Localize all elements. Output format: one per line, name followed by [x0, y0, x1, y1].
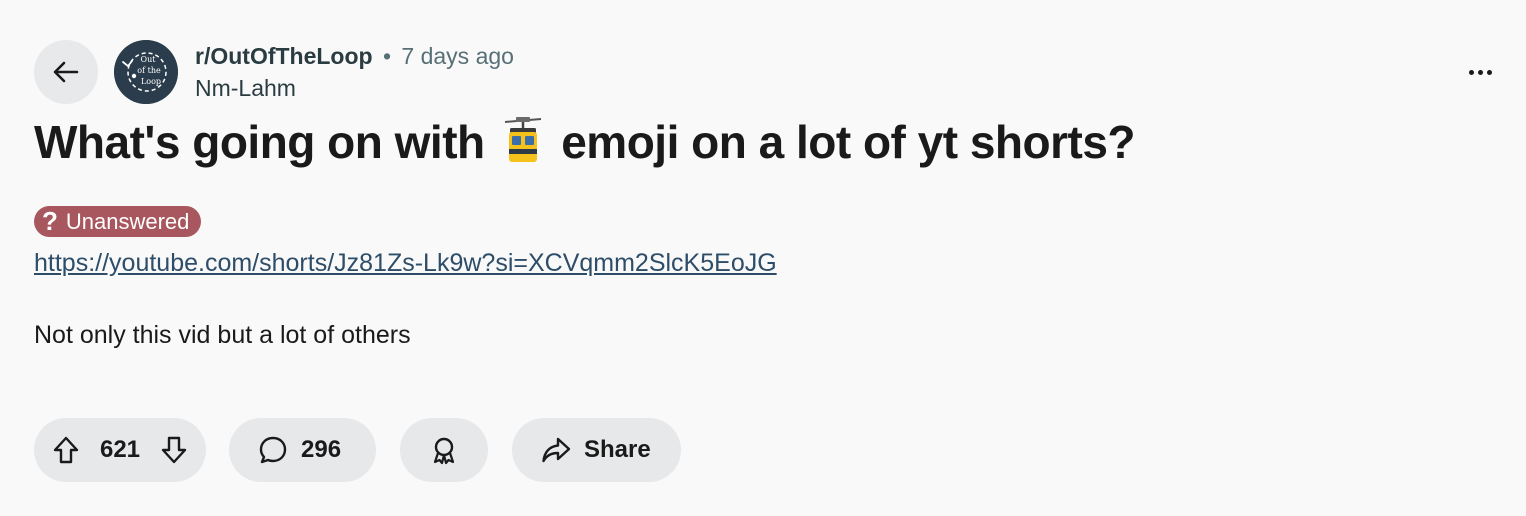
post-author[interactable]: Nm-Lahm [195, 72, 514, 104]
post-meta: r/OutOfTheLoop • 7 days ago Nm-Lahm [195, 40, 514, 104]
post-body: Not only this vid but a lot of others [34, 321, 411, 349]
upvote-arrow-icon [53, 436, 79, 464]
downvote-arrow-icon [161, 436, 187, 464]
title-text-after: emoji on a lot of yt shorts? [561, 116, 1136, 168]
out-of-the-loop-logo: Out of the Loop [114, 40, 178, 104]
more-options-icon-dot [1468, 69, 1474, 75]
post-external-link[interactable]: https://youtube.com/shorts/Jz81Zs-Lk9w?s… [34, 246, 777, 280]
award-button[interactable] [400, 418, 488, 482]
upvote-button[interactable] [50, 434, 82, 466]
comment-count: 296 [301, 436, 342, 463]
question-mark-icon: ? [42, 206, 58, 236]
svg-text:Out: Out [141, 55, 157, 64]
arrow-left-icon [53, 61, 79, 83]
back-button[interactable] [34, 40, 98, 104]
share-label: Share [584, 436, 651, 463]
meta-separator: • [382, 43, 392, 69]
share-arrow-icon [542, 437, 571, 463]
comment-bubble-icon [259, 436, 287, 464]
vote-count: 621 [99, 436, 141, 463]
svg-text:of the: of the [137, 66, 161, 75]
svg-text:Loop: Loop [141, 77, 161, 86]
award-icon [433, 437, 455, 465]
subreddit-avatar[interactable]: Out of the Loop [114, 40, 178, 104]
comments-button[interactable]: 296 [229, 418, 376, 482]
more-options-button[interactable] [1456, 54, 1504, 90]
title-text-before: What's going on with [34, 116, 485, 168]
flair-label: Unanswered [65, 209, 190, 234]
more-options-icon-dot [1486, 69, 1492, 75]
post-flair-badge[interactable]: ? Unanswered [34, 206, 202, 237]
vote-control: 621 [34, 418, 206, 482]
downvote-button[interactable] [158, 434, 190, 466]
subreddit-name[interactable]: r/OutOfTheLoop [195, 43, 373, 69]
aerial-tramway-icon [503, 116, 543, 178]
post-time: 7 days ago [401, 43, 514, 69]
more-options-icon-dot [1477, 69, 1483, 75]
share-button[interactable]: Share [512, 418, 681, 482]
post-title: What's going on with emoji on a lot of y… [34, 112, 1136, 178]
